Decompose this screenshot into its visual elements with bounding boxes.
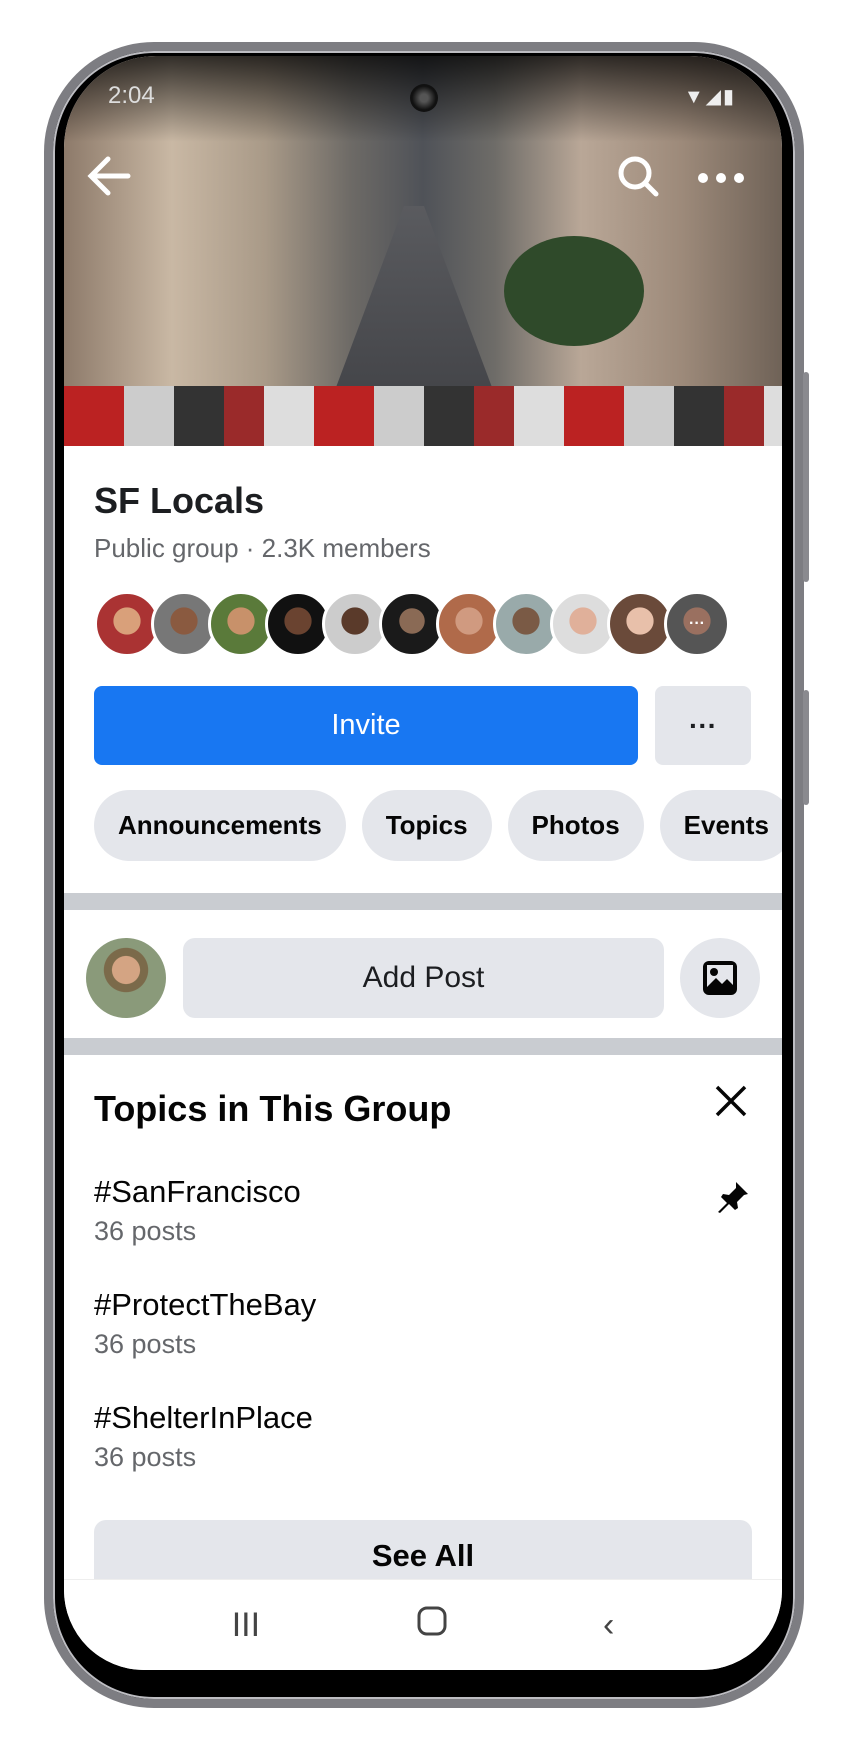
more-horizontal-icon[interactable] (697, 154, 745, 206)
cover-cars (64, 386, 782, 446)
system-nav-bar: III ‹ (64, 1579, 782, 1670)
topic-count: 36 posts (94, 1442, 197, 1472)
photo-button[interactable] (680, 938, 760, 1018)
topic-item[interactable]: #ProtectTheBay 36 posts (94, 1287, 316, 1360)
topic-count: 36 posts (94, 1329, 197, 1359)
chip-announcements[interactable]: Announcements (94, 790, 346, 861)
user-avatar[interactable] (86, 938, 166, 1018)
photo-icon (703, 961, 737, 995)
recents-icon[interactable]: III (232, 1606, 260, 1645)
screen: 2:04 ▼◢▮ SF Locals Public group · 2.3K m… (64, 56, 782, 1670)
group-meta[interactable]: Public group · 2.3K members (94, 533, 431, 564)
pin-icon (716, 1180, 750, 1222)
side-button (803, 690, 809, 805)
chip-photos[interactable]: Photos (507, 790, 644, 861)
status-icons: ▼◢▮ (683, 86, 736, 108)
home-icon[interactable] (416, 1605, 448, 1646)
status-time: 2:04 (108, 82, 155, 109)
search-icon[interactable] (616, 154, 660, 206)
more-members-avatar[interactable]: ··· (664, 591, 730, 657)
add-post-button[interactable]: Add Post (183, 938, 664, 1018)
more-actions-button[interactable]: ··· (655, 686, 751, 765)
topic-name: #ProtectTheBay (94, 1287, 317, 1322)
invite-button[interactable]: Invite (94, 686, 638, 765)
cover-tree (504, 236, 644, 346)
topic-count: 36 posts (94, 1216, 197, 1246)
topic-name: #ShelterInPlace (94, 1400, 313, 1435)
back-nav-icon[interactable]: ‹ (603, 1606, 614, 1645)
camera-hole (410, 84, 438, 112)
group-name[interactable]: SF Locals (94, 480, 264, 522)
chip-topics[interactable]: Topics (361, 790, 492, 861)
cover-photo (64, 56, 782, 446)
group-tabs: Announcements Topics Photos Events (94, 790, 782, 861)
close-icon[interactable] (714, 1082, 748, 1126)
topics-title: Topics in This Group (94, 1088, 452, 1129)
topic-item[interactable]: #SanFrancisco 36 posts (94, 1174, 301, 1247)
arrow-left-icon[interactable] (86, 154, 132, 206)
divider (64, 1038, 782, 1055)
side-button (803, 372, 809, 582)
topic-name: #SanFrancisco (94, 1174, 301, 1209)
topic-item[interactable]: #ShelterInPlace 36 posts (94, 1400, 313, 1473)
chip-events[interactable]: Events (659, 790, 782, 861)
divider (64, 893, 782, 910)
